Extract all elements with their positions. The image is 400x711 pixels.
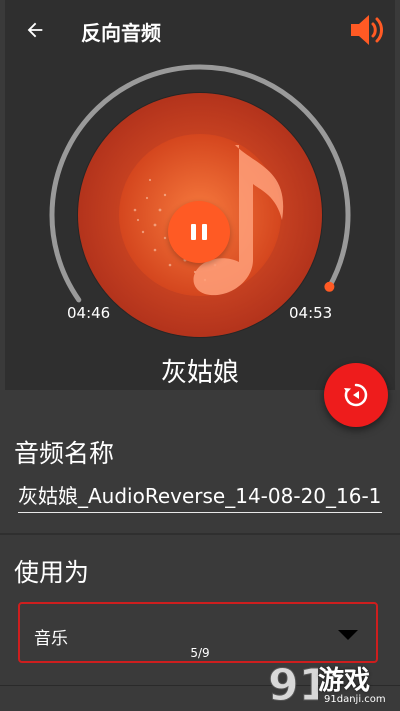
volume-button[interactable] [347, 12, 387, 48]
pause-icon [191, 224, 196, 240]
pause-icon-bar [202, 224, 207, 240]
divider [0, 533, 400, 535]
progress-thumb[interactable] [324, 281, 335, 292]
total-time: 04:53 [289, 304, 333, 322]
audio-name-input[interactable] [18, 476, 382, 513]
dropdown-arrow-icon [338, 630, 358, 640]
watermark-brand: 游戏 [318, 666, 371, 696]
watermark-url: 91danji.com [324, 694, 386, 705]
disc-area: 04:46 04:53 灰姑娘 [5, 60, 395, 390]
svg-text:91: 91 [268, 660, 318, 708]
reverse-button[interactable] [324, 363, 388, 427]
elapsed-time: 04:46 [67, 304, 111, 322]
audio-name-label: 音频名称 [14, 439, 115, 468]
back-button[interactable] [19, 14, 51, 46]
toolbar: 反向音频 [5, 0, 395, 60]
use-as-label: 使用为 [14, 558, 90, 587]
watermark: 91 游戏 91danji.com [266, 654, 400, 711]
pause-button[interactable] [168, 201, 230, 263]
player-panel: 反向音频 04:46 04:53 灰姑娘 [5, 0, 395, 390]
speaker-volume-icon [351, 15, 383, 45]
arrow-left-icon [27, 22, 43, 38]
reverse-play-icon [344, 383, 368, 407]
page-title: 反向音频 [81, 21, 161, 45]
watermark-logo: 91 [268, 660, 319, 709]
